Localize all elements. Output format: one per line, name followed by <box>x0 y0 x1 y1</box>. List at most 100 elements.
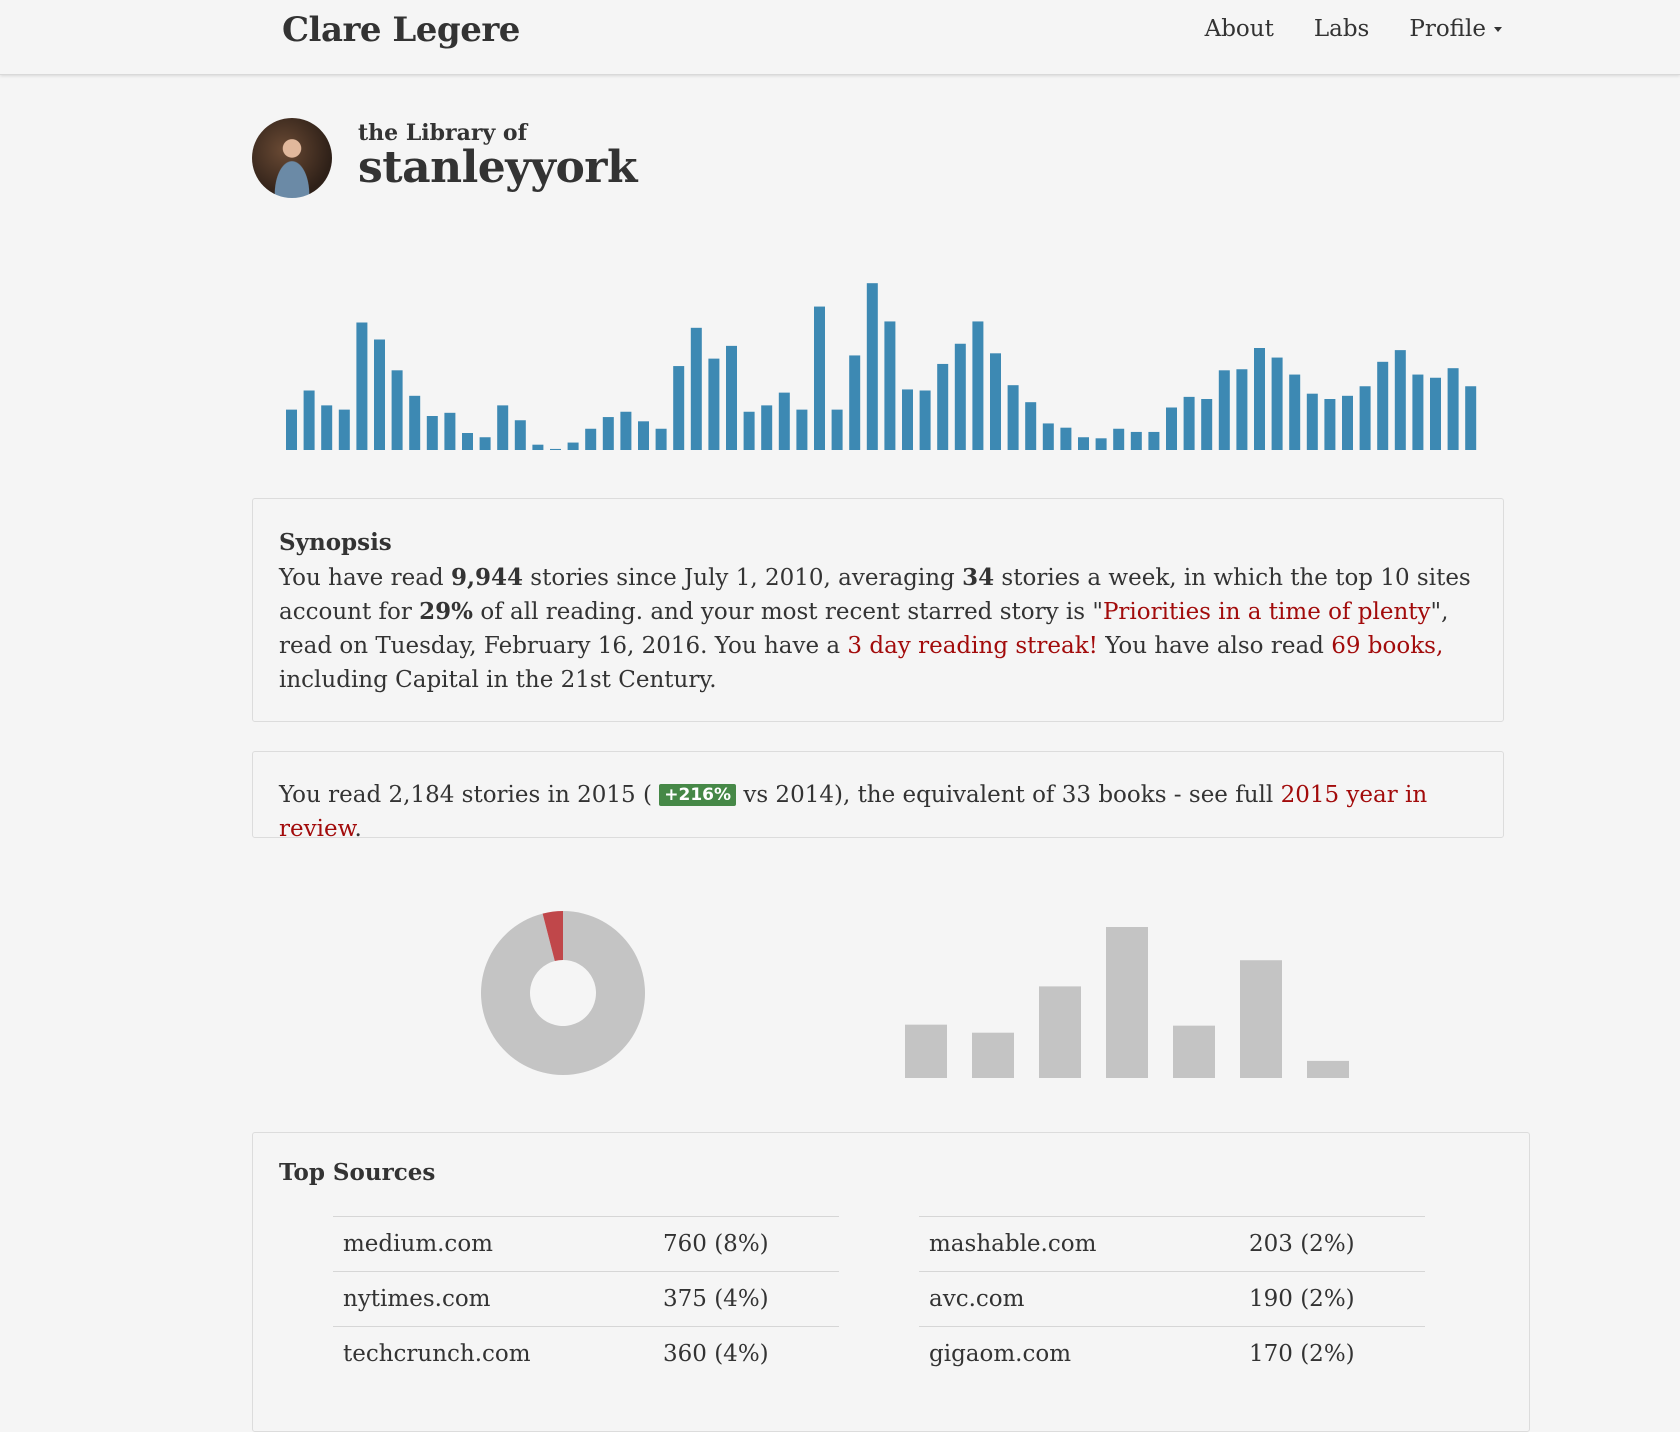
synopsis-text-2: stories since July 1, 2010, averaging <box>522 565 963 591</box>
synopsis-text-1: You have read <box>279 565 451 591</box>
activity-bar <box>1377 361 1389 450</box>
library-username: stanleyyork <box>358 142 637 193</box>
year-text-3: . <box>354 816 362 842</box>
activity-bar <box>620 411 632 450</box>
activity-bar <box>690 327 702 450</box>
source-site[interactable]: nytimes.com <box>333 1271 653 1327</box>
activity-bar <box>1078 437 1089 450</box>
source-count: 760 (8%) <box>653 1216 839 1272</box>
activity-bar <box>550 448 561 450</box>
activity-bar <box>743 411 755 450</box>
activity-bar <box>1254 348 1265 450</box>
activity-bar <box>1183 396 1195 450</box>
activity-bar <box>1289 374 1301 450</box>
activity-bar <box>814 306 825 450</box>
synopsis-panel: Synopsis You have read 9,944 stories sin… <box>252 498 1504 722</box>
table-row: avc.com 190 (2%) <box>919 1271 1425 1327</box>
source-count: 170 (2%) <box>1239 1326 1425 1382</box>
gray-bar <box>1173 1025 1215 1078</box>
top-sources-heading: Top Sources <box>279 1159 436 1186</box>
activity-bar <box>391 370 403 450</box>
synopsis-heading: Synopsis <box>279 529 392 556</box>
activity-bar <box>426 416 438 450</box>
activity-bar <box>1359 386 1371 450</box>
nav-about-link[interactable]: About <box>1205 16 1274 42</box>
activity-bar <box>1166 407 1177 450</box>
growth-badge: +216% <box>659 784 737 806</box>
activity-bar <box>1324 399 1336 450</box>
activity-bar <box>1060 427 1072 450</box>
activity-bar <box>1236 369 1248 450</box>
reading-streak-link[interactable]: 3 day reading streak! <box>847 633 1097 659</box>
activity-bar <box>479 437 491 450</box>
activity-bar <box>1130 431 1142 450</box>
source-site[interactable]: gigaom.com <box>919 1326 1239 1382</box>
nav-profile-label: Profile <box>1409 16 1486 42</box>
chevron-down-icon <box>1494 27 1502 32</box>
nav-links: About Labs Profile <box>1205 16 1502 42</box>
table-row: medium.com 760 (8%) <box>333 1216 839 1272</box>
synopsis-text-6: You have also read <box>1097 633 1332 659</box>
avatar <box>252 118 332 198</box>
nav-labs-link[interactable]: Labs <box>1314 16 1370 42</box>
nav-profile-dropdown[interactable]: Profile <box>1409 16 1502 42</box>
activity-bar <box>1465 386 1477 450</box>
activity-bar <box>338 409 350 450</box>
source-site[interactable]: avc.com <box>919 1271 1239 1327</box>
gray-bar <box>1039 986 1081 1078</box>
activity-bar <box>1201 399 1213 450</box>
brand-logo[interactable]: Clare Legere <box>282 10 520 50</box>
year-text-2: vs 2014), the equivalent of 33 books - s… <box>736 782 1281 808</box>
activity-bar <box>937 363 949 450</box>
activity-bar <box>638 421 649 450</box>
source-count: 375 (4%) <box>653 1271 839 1327</box>
table-row: techcrunch.com 360 (4%) <box>333 1326 839 1382</box>
activity-bar <box>321 405 333 450</box>
activity-bar <box>567 442 579 450</box>
source-site[interactable]: mashable.com <box>919 1216 1239 1272</box>
activity-bar <box>1148 431 1160 450</box>
activity-bar <box>1447 368 1459 450</box>
activity-bar <box>796 409 808 450</box>
synopsis-text: You have read 9,944 stories since July 1… <box>279 561 1477 697</box>
reading-activity-chart <box>286 283 1477 450</box>
activity-bar <box>673 366 685 450</box>
top-navbar: Clare Legere About Labs Profile <box>0 0 1680 75</box>
synopsis-text-7: including Capital in the 21st Century. <box>279 667 717 693</box>
activity-bar <box>990 353 1001 450</box>
activity-bar <box>532 444 544 450</box>
top-sites-percent: 29% <box>419 598 474 625</box>
activity-bar <box>514 420 526 450</box>
gray-bar <box>905 1024 947 1078</box>
source-site[interactable]: medium.com <box>333 1216 653 1272</box>
synopsis-text-4: of all reading. and your most recent sta… <box>473 599 1103 625</box>
activity-bar <box>1218 370 1230 450</box>
activity-bar <box>356 322 368 450</box>
source-site[interactable]: techcrunch.com <box>333 1326 653 1382</box>
gray-bar <box>1240 960 1282 1078</box>
table-row: nytimes.com 375 (4%) <box>333 1271 839 1327</box>
activity-bar <box>761 405 773 450</box>
activity-bar <box>708 358 720 450</box>
activity-bar <box>726 345 737 450</box>
sources-table-left: medium.com 760 (8%) nytimes.com 375 (4%) t… <box>333 1216 839 1382</box>
activity-bar <box>286 409 297 450</box>
activity-bar <box>902 389 913 450</box>
books-link[interactable]: 69 books, <box>1331 633 1443 659</box>
activity-bar <box>444 412 456 450</box>
activity-bar <box>1113 428 1125 450</box>
activity-bar <box>954 343 966 450</box>
activity-bar <box>866 283 878 450</box>
sources-table-right: mashable.com 203 (2%) avc.com 190 (2%) gig… <box>919 1216 1425 1382</box>
activity-bar <box>585 428 597 450</box>
stories-per-week: 34 <box>962 564 995 591</box>
activity-bar <box>1412 374 1424 450</box>
activity-bar <box>1042 423 1054 450</box>
source-count: 360 (4%) <box>653 1326 839 1382</box>
activity-bar <box>1025 402 1037 450</box>
activity-bar <box>1095 438 1107 450</box>
activity-bar <box>884 321 896 450</box>
gray-bar <box>1307 1060 1349 1078</box>
starred-story-link[interactable]: Priorities in a time of plenty <box>1103 599 1431 625</box>
activity-bar <box>919 390 931 450</box>
